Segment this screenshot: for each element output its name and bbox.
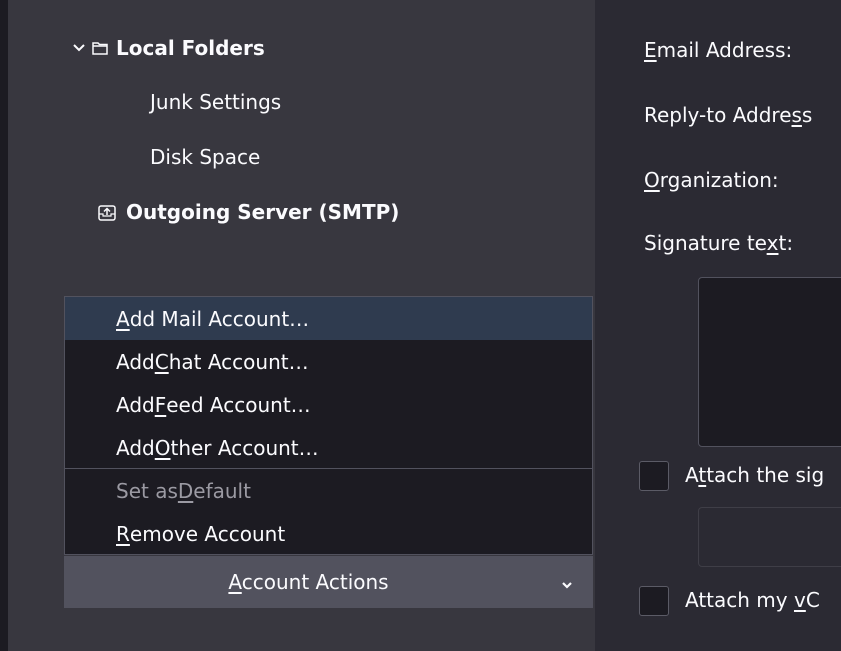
identity-settings-panel: Email Address: Reply-to Address Organiza… — [595, 0, 841, 651]
access-key: R — [116, 521, 130, 546]
menu-item-text: Set as — [116, 478, 178, 503]
chevron-down-icon[interactable] — [72, 41, 86, 55]
tree-item-label: Local Folders — [116, 36, 265, 60]
chevron-down-icon — [561, 572, 573, 596]
menu-item-add-mail-account[interactable]: Add Mail Account… — [65, 297, 592, 340]
outbox-icon — [98, 203, 116, 221]
menu-item-remove-account[interactable]: Remove Account — [65, 512, 592, 555]
menu-item-text: Add — [116, 435, 155, 460]
tree-item-label: Outgoing Server (SMTP) — [126, 200, 400, 224]
menu-item-text: eed Account… — [166, 392, 311, 417]
account-actions-label: Account Actions — [228, 570, 389, 594]
tree-item-local-folders[interactable]: Local Folders — [72, 32, 265, 64]
tree-item-outgoing-server[interactable]: Outgoing Server (SMTP) — [98, 196, 399, 228]
attach-signature-label[interactable]: Attach the sig — [685, 463, 824, 487]
menu-item-add-other-account[interactable]: Add Other Account… — [65, 426, 592, 469]
menu-item-set-as-default: Set as Default — [65, 469, 592, 512]
window-left-edge — [0, 0, 8, 651]
email-address-label: Email Address: — [644, 38, 793, 62]
access-key: C — [154, 349, 169, 374]
menu-item-add-feed-account[interactable]: Add Feed Account… — [65, 383, 592, 426]
folder-icon — [92, 41, 108, 55]
signature-textarea[interactable] — [698, 277, 841, 447]
account-actions-button[interactable]: Account Actions — [64, 556, 593, 608]
menu-item-text: ther Account… — [170, 435, 319, 460]
menu-item-text: emove Account — [129, 521, 286, 546]
menu-item-text: Add — [116, 349, 155, 374]
tree-item-label: Junk Settings — [150, 90, 282, 114]
attach-vcard-label[interactable]: Attach my vC — [685, 588, 820, 612]
access-key: F — [154, 392, 167, 417]
attach-vcard-checkbox[interactable] — [639, 586, 669, 616]
tree-item-label: Disk Space — [150, 145, 261, 169]
organization-label: Organization: — [644, 168, 779, 192]
account-tree-sidebar: Local Folders Junk Settings Disk Space O… — [8, 0, 595, 651]
access-key: O — [154, 435, 171, 460]
menu-item-text: hat Account… — [168, 349, 309, 374]
menu-item-text: efault — [193, 478, 251, 503]
attach-signature-checkbox[interactable] — [639, 461, 669, 491]
tree-item-junk-settings[interactable]: Junk Settings — [150, 86, 281, 118]
menu-item-add-chat-account[interactable]: Add Chat Account… — [65, 340, 592, 383]
signature-text-label: Signature text: — [644, 231, 794, 255]
tree-item-disk-space[interactable]: Disk Space — [150, 141, 260, 173]
signature-file-path-input[interactable] — [698, 507, 841, 567]
access-key: D — [177, 478, 194, 503]
menu-item-text: Add — [116, 392, 155, 417]
reply-to-address-label: Reply-to Address — [644, 103, 813, 127]
access-key: A — [116, 306, 130, 331]
menu-item-text: dd Mail Account… — [129, 306, 310, 331]
account-actions-menu: Add Mail Account… Add Chat Account… Add … — [64, 296, 593, 555]
